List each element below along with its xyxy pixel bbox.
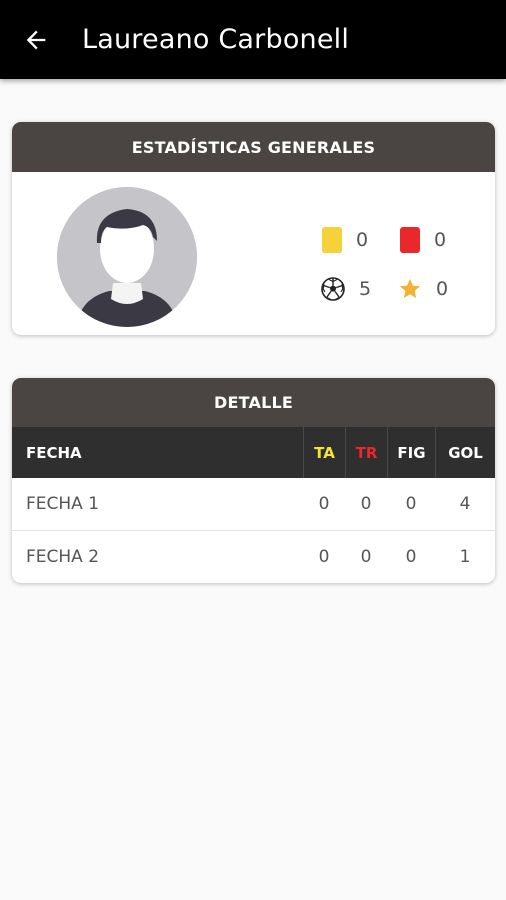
arrow-left-icon — [26, 30, 46, 49]
column-header-gol: GOL — [435, 427, 495, 478]
table-row: FECHA 1 0 0 0 4 — [12, 478, 495, 530]
soccer-ball-icon — [321, 277, 345, 301]
row-ta: 0 — [318, 494, 330, 514]
general-stats-header: ESTADÍSTICAS GENERALES — [12, 122, 495, 172]
general-stats-card: ESTADÍSTICAS GENERALES 0 0 5 0 — [12, 122, 495, 335]
column-header-fecha: FECHA — [26, 443, 82, 462]
red-cards-value: 0 — [434, 229, 447, 251]
row-gol: 1 — [459, 546, 471, 567]
column-header-tr-label: TR — [355, 443, 378, 462]
goals-stat: 5 — [321, 277, 371, 301]
star-icon — [400, 279, 420, 298]
general-stats-body: 0 0 5 0 — [12, 172, 495, 335]
column-header-ta-label: TA — [314, 443, 335, 462]
yellow-cards-value: 0 — [356, 229, 369, 251]
yellow-card-icon — [322, 227, 342, 253]
column-header-tr: TR — [345, 427, 387, 478]
row-fecha: FECHA 1 — [26, 494, 100, 514]
figure-value: 0 — [436, 278, 449, 300]
row-fig: 0 — [405, 546, 417, 567]
column-header-fig: FIG — [387, 427, 435, 478]
row-gol: 4 — [459, 494, 471, 514]
avatar — [57, 187, 197, 327]
person-icon — [57, 187, 197, 327]
table-row: FECHA 2 0 0 0 1 — [12, 530, 495, 582]
row-fig: 0 — [405, 494, 417, 514]
red-card-icon — [400, 227, 420, 253]
row-tr: 0 — [360, 494, 372, 514]
detail-table-header: FECHA TA TR FIG GOL — [12, 427, 495, 478]
goals-value: 5 — [359, 278, 372, 300]
detail-card: DETALLE FECHA TA TR FIG GOL FECHA 1 0 0 … — [12, 378, 495, 583]
figure-stat: 0 — [398, 277, 448, 301]
row-fecha: FECHA 2 — [26, 546, 100, 567]
app-bar: Laureano Carbonell — [0, 0, 506, 79]
column-header-ta: TA — [303, 427, 345, 478]
yellow-cards-stat: 0 — [322, 227, 368, 253]
row-ta: 0 — [318, 546, 330, 567]
detail-header: DETALLE — [12, 378, 495, 427]
row-tr: 0 — [360, 546, 372, 567]
page-title: Laureano Carbonell — [82, 24, 350, 55]
red-cards-stat: 0 — [400, 227, 446, 253]
back-button[interactable] — [12, 16, 60, 64]
